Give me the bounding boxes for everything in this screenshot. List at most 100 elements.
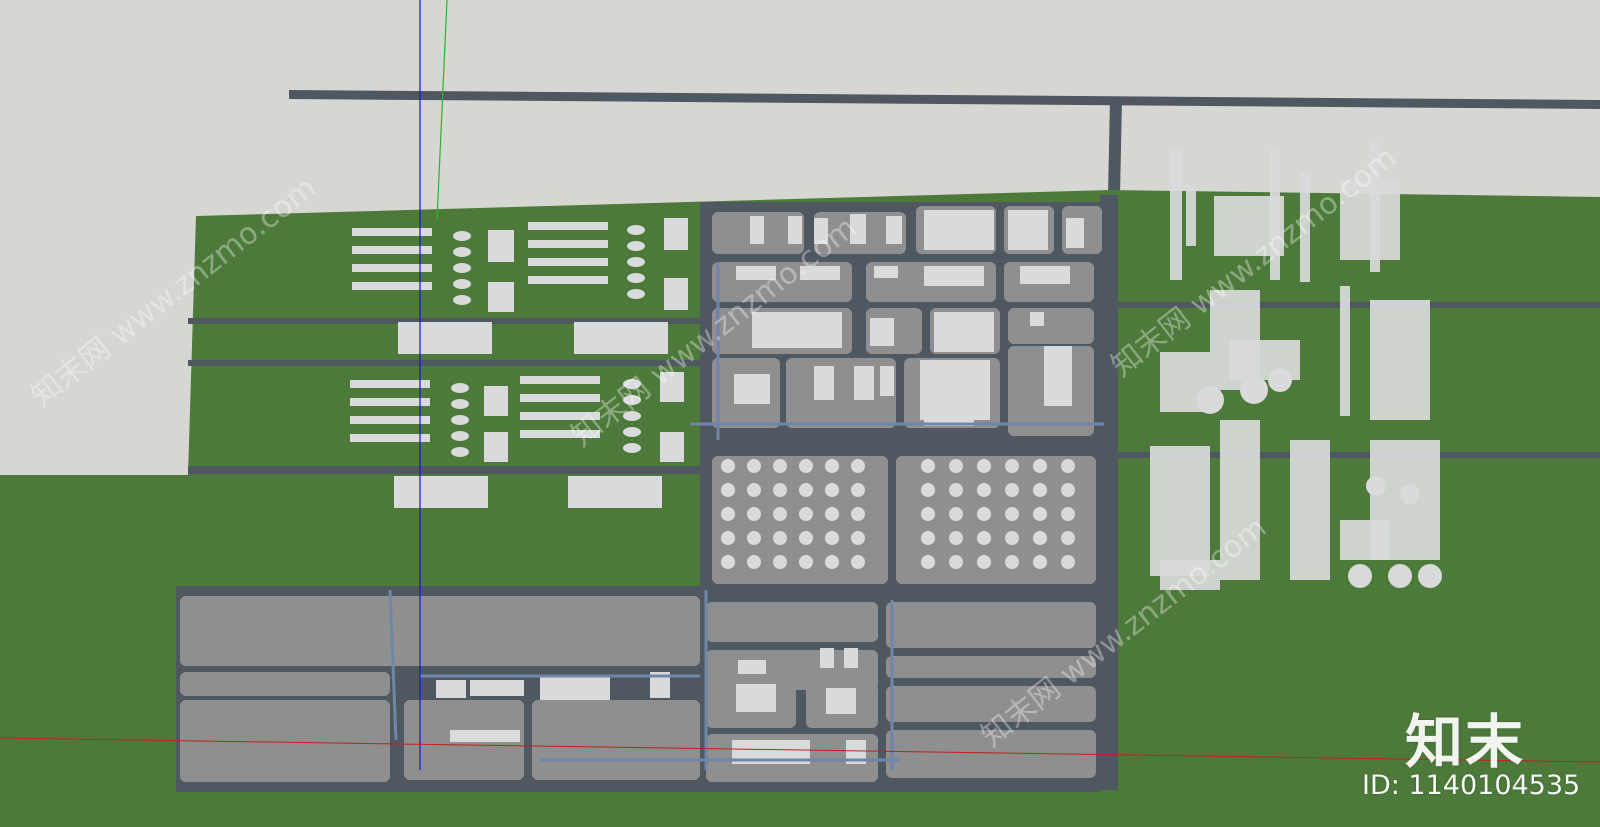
tank xyxy=(1005,531,1019,545)
unit xyxy=(924,266,984,286)
tower xyxy=(1170,150,1182,280)
building xyxy=(484,386,508,416)
tank xyxy=(721,507,735,521)
model-viewport[interactable]: 知末网 www.znzmo.com 知末网 www.znzmo.com 知末网 … xyxy=(0,0,1600,827)
tank xyxy=(721,459,735,473)
unit xyxy=(814,366,834,400)
small-tank xyxy=(623,443,641,453)
unit xyxy=(870,318,894,346)
unit xyxy=(874,266,898,278)
tank xyxy=(721,555,735,569)
tank xyxy=(851,555,865,569)
unit xyxy=(540,676,610,700)
unit xyxy=(1030,312,1044,326)
tower xyxy=(1340,520,1390,560)
tank xyxy=(825,531,839,545)
tank xyxy=(1061,459,1075,473)
tank xyxy=(825,555,839,569)
small-tank xyxy=(451,447,469,457)
building xyxy=(488,282,514,312)
tank xyxy=(1061,483,1075,497)
building xyxy=(484,432,508,462)
unit xyxy=(880,366,894,396)
tank xyxy=(1033,507,1047,521)
tank xyxy=(1061,555,1075,569)
tank xyxy=(1005,507,1019,521)
tank xyxy=(1033,459,1047,473)
tank xyxy=(921,459,935,473)
unit xyxy=(844,648,858,668)
tank xyxy=(799,483,813,497)
tank xyxy=(851,459,865,473)
pad-28 xyxy=(180,672,390,696)
tank xyxy=(1061,531,1075,545)
unit xyxy=(934,312,994,352)
tank xyxy=(921,531,935,545)
building xyxy=(488,230,514,262)
site-plan-canvas[interactable] xyxy=(0,0,1600,827)
tower xyxy=(1290,440,1330,580)
tank xyxy=(977,483,991,497)
round-tank xyxy=(1366,476,1386,496)
round-tank xyxy=(1400,484,1420,504)
building xyxy=(398,322,492,354)
small-tank xyxy=(451,431,469,441)
exchanger xyxy=(520,376,600,384)
tower xyxy=(1340,286,1350,416)
unit xyxy=(1020,266,1070,284)
unit xyxy=(734,374,770,404)
small-tank xyxy=(623,427,641,437)
unit xyxy=(1066,218,1084,248)
exchanger xyxy=(350,434,430,442)
tank xyxy=(747,555,761,569)
unit xyxy=(854,366,874,400)
tank xyxy=(1061,507,1075,521)
small-tank xyxy=(627,257,645,267)
tank xyxy=(773,507,787,521)
tank xyxy=(747,531,761,545)
pad-31 xyxy=(532,700,700,780)
small-tank xyxy=(627,225,645,235)
watermark-id: ID: 1140104535 xyxy=(1362,770,1581,801)
tank xyxy=(721,531,735,545)
tower xyxy=(1186,186,1196,246)
building xyxy=(664,218,688,250)
exchanger xyxy=(528,276,608,284)
building xyxy=(664,278,688,310)
unit xyxy=(750,216,764,244)
tank xyxy=(747,507,761,521)
small-tank xyxy=(453,247,471,257)
tank xyxy=(773,459,787,473)
unit xyxy=(920,360,990,420)
round-tank xyxy=(1388,564,1412,588)
unit xyxy=(436,680,466,698)
tank xyxy=(1005,459,1019,473)
unit xyxy=(1044,346,1072,406)
tank xyxy=(949,483,963,497)
tank xyxy=(921,555,935,569)
tank xyxy=(949,507,963,521)
round-tank xyxy=(1240,376,1268,404)
tank xyxy=(773,531,787,545)
building xyxy=(394,476,488,508)
east-road-vertical xyxy=(1100,195,1118,790)
tank xyxy=(977,459,991,473)
exchanger xyxy=(350,380,430,388)
unit xyxy=(886,216,902,244)
pad-13 xyxy=(786,358,896,428)
unit xyxy=(826,688,856,714)
tank xyxy=(825,483,839,497)
small-tank xyxy=(453,231,471,241)
tank xyxy=(825,507,839,521)
tank xyxy=(825,459,839,473)
tank xyxy=(949,555,963,569)
round-tank xyxy=(1268,368,1292,392)
tower xyxy=(1370,300,1430,420)
exchanger xyxy=(350,398,430,406)
exchanger xyxy=(528,222,608,230)
tank xyxy=(977,555,991,569)
tank xyxy=(921,483,935,497)
unit xyxy=(752,312,842,348)
tank xyxy=(977,507,991,521)
tank xyxy=(1033,483,1047,497)
